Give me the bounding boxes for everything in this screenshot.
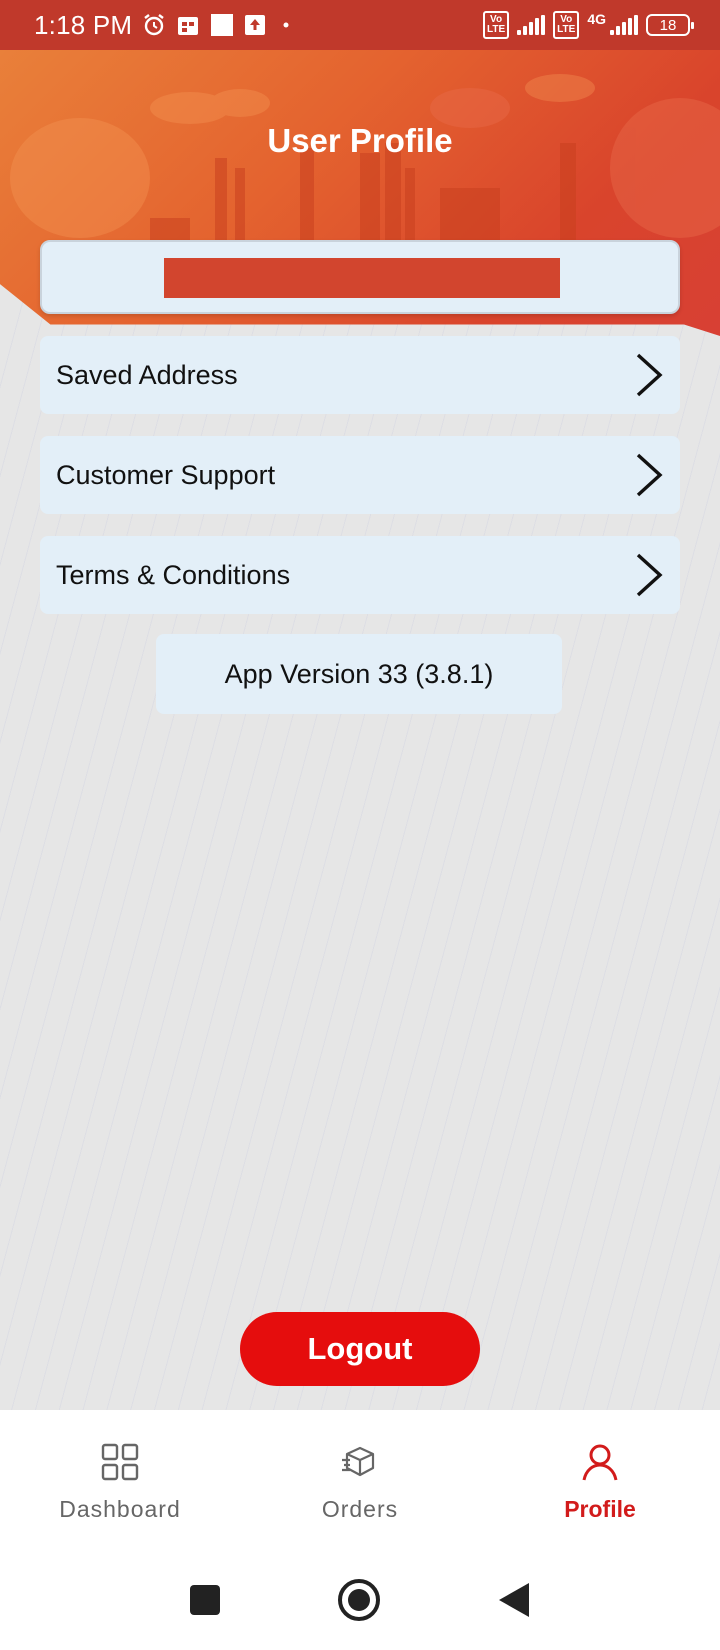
- home-circle-icon[interactable]: [337, 1578, 381, 1622]
- nav-label-profile: Profile: [564, 1496, 636, 1522]
- logout-button[interactable]: Logout: [240, 1312, 480, 1386]
- menu-item-label: Terms & Conditions: [56, 559, 291, 590]
- volte-icon-2: Vo LTE: [553, 11, 580, 39]
- system-navigation-bar: [0, 1550, 720, 1650]
- person-icon: [580, 1442, 620, 1482]
- box-icon: [340, 1442, 380, 1482]
- status-time: 1:18 PM: [34, 9, 133, 40]
- menu-item-label: Saved Address: [56, 359, 238, 390]
- status-left: 1:18 PM: [34, 10, 296, 41]
- battery-level: 18: [659, 16, 677, 34]
- volte-icon: Vo LTE: [483, 11, 510, 39]
- back-triangle-icon[interactable]: [497, 1581, 531, 1619]
- chevron-right-icon: [634, 352, 664, 398]
- nav-label-dashboard: Dashboard: [59, 1496, 181, 1522]
- page-title: User Profile: [267, 122, 453, 159]
- status-bar: 1:18 PM Vo LTE Vo LTE 4G 18: [0, 0, 720, 50]
- network-type-label: 4G: [587, 11, 606, 27]
- menu-item-label: Customer Support: [56, 459, 276, 490]
- dot-icon: [276, 20, 296, 30]
- calendar-icon: [176, 13, 200, 37]
- menu-item-terms-conditions[interactable]: Terms & Conditions: [40, 536, 680, 614]
- bottom-navigation: Dashboard Orders Profile: [0, 1410, 720, 1550]
- alarm-icon: [142, 13, 166, 37]
- upload-icon: [244, 14, 266, 36]
- notification-square-icon: [210, 13, 234, 37]
- signal-icon-2: [610, 15, 638, 35]
- recents-square-icon[interactable]: [189, 1584, 221, 1616]
- menu-item-saved-address[interactable]: Saved Address: [40, 336, 680, 414]
- nav-item-dashboard[interactable]: Dashboard: [10, 1410, 230, 1550]
- status-right: Vo LTE Vo LTE 4G 18: [483, 11, 694, 39]
- nav-label-orders: Orders: [321, 1496, 399, 1522]
- redacted-user-name: [164, 258, 560, 298]
- signal-icon: [517, 15, 546, 35]
- menu-item-customer-support[interactable]: Customer Support: [40, 436, 680, 514]
- chevron-right-icon: [634, 452, 664, 498]
- battery-icon: 18: [646, 14, 694, 36]
- nav-item-orders[interactable]: Orders: [250, 1410, 470, 1550]
- app-version-label: App Version 33 (3.8.1): [156, 634, 562, 714]
- user-info-card: [40, 240, 680, 314]
- grid-icon: [100, 1442, 140, 1482]
- nav-item-profile[interactable]: Profile: [490, 1410, 710, 1550]
- chevron-right-icon: [634, 552, 664, 598]
